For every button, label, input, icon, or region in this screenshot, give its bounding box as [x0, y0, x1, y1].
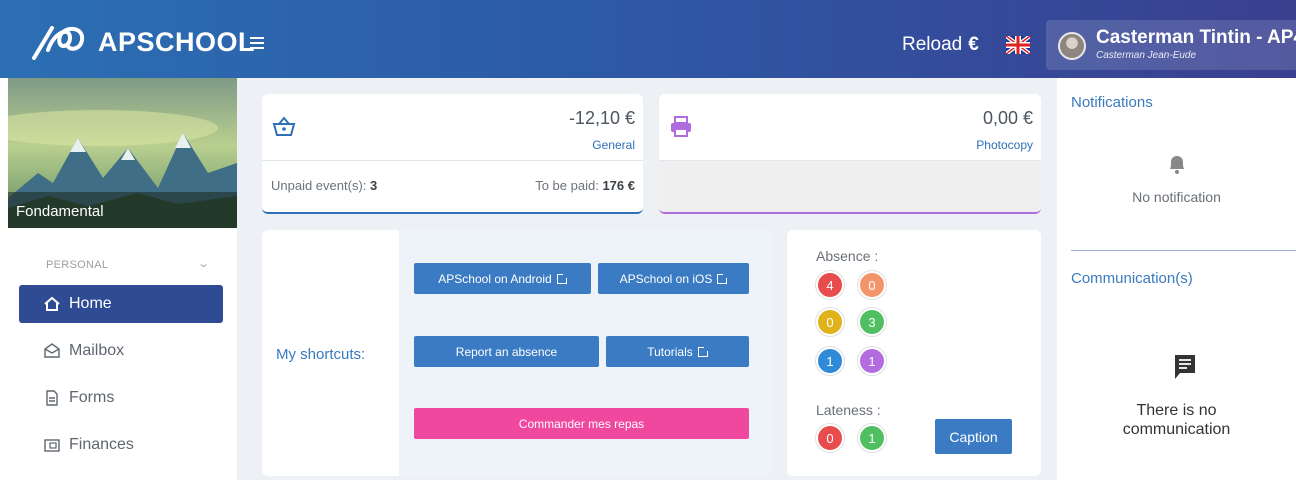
reload-label: Reload: [902, 34, 963, 55]
absence-badge-green[interactable]: 3: [858, 308, 886, 336]
sidebar-item-label: Home: [69, 295, 112, 312]
user-menu[interactable]: Casterman Tintin - AP4B Casterman Jean-E…: [1046, 20, 1296, 70]
brand-name: APSCHOOL: [98, 26, 256, 57]
caption-button[interactable]: Caption: [935, 419, 1012, 454]
to-be-paid: To be paid: 176 €: [535, 178, 635, 193]
external-link-icon: [697, 345, 709, 357]
home-icon: [44, 296, 60, 311]
sidebar-item-forms[interactable]: Forms: [19, 379, 223, 417]
sidebar-item-mailbox[interactable]: Mailbox: [19, 332, 223, 370]
to-be-paid-amount: 176 €: [602, 178, 635, 193]
envelope-icon: [44, 343, 60, 358]
notifications-panel: Notifications No notification Communicat…: [1057, 78, 1296, 480]
apschool-logo-icon: [32, 26, 85, 60]
communications-title: Communication(s): [1071, 270, 1193, 287]
general-balance-card[interactable]: -12,10 € General Unpaid event(s): 3 To b…: [262, 94, 643, 214]
sidebar-item-home[interactable]: Home: [19, 285, 223, 323]
sidebar: Fondamental PERSONAL ⌄ Home Mailbox Form…: [0, 78, 237, 480]
lateness-badge-green[interactable]: 1: [858, 424, 886, 452]
absence-badge-yellow[interactable]: 0: [816, 308, 844, 336]
app-logo[interactable]: APSCHOOL: [30, 24, 255, 60]
unpaid-count: 3: [370, 178, 378, 193]
photocopy-footer: [659, 161, 1041, 212]
external-link-icon: [717, 272, 729, 284]
sidebar-item-finances[interactable]: Finances: [19, 426, 223, 464]
bell-icon: [1170, 156, 1184, 174]
euro-icon: €: [968, 34, 979, 55]
absence-label: Absence :: [816, 248, 879, 264]
uk-flag-icon[interactable]: [1006, 36, 1030, 54]
chevron-down-icon[interactable]: ⌄: [197, 257, 210, 270]
avatar: [1058, 32, 1086, 60]
general-amount: -12,10 €: [568, 108, 635, 128]
absence-badge-purple[interactable]: 1: [858, 347, 886, 375]
menu-toggle-icon[interactable]: [250, 37, 264, 49]
notifications-title: Notifications: [1071, 94, 1153, 111]
android-app-button[interactable]: APSchool on Android: [414, 263, 591, 294]
message-icon: [1175, 355, 1195, 379]
user-subname: Casterman Jean-Eude: [1096, 50, 1197, 61]
sidebar-item-label: Mailbox: [69, 342, 125, 359]
printer-icon: [671, 116, 691, 137]
order-meals-button[interactable]: Commander mes repas: [414, 408, 749, 439]
attendance-card: Absence : 4 0 0 3 1 1 Lateness : 0 1 Cap…: [787, 230, 1041, 476]
section-label-personal: PERSONAL: [46, 259, 109, 271]
photocopy-amount: 0,00 €: [982, 108, 1033, 128]
external-link-icon: [556, 272, 568, 284]
shortcuts-card: My shortcuts: APSchool on Android APScho…: [262, 230, 772, 476]
absence-badge-orange[interactable]: 0: [858, 271, 886, 299]
shortcuts-panel: APSchool on Android APSchool on iOS Repo…: [399, 230, 772, 476]
ios-app-button[interactable]: APSchool on iOS: [598, 263, 749, 294]
absence-badge-red[interactable]: 4: [816, 271, 844, 299]
reload-button[interactable]: Reload €: [902, 34, 979, 56]
basket-icon: [272, 116, 296, 136]
absence-badge-blue[interactable]: 1: [816, 347, 844, 375]
banner-label: Fondamental: [8, 192, 237, 228]
unpaid-events: Unpaid event(s): 3: [271, 178, 378, 193]
general-label: General: [592, 138, 635, 152]
photocopy-balance-card[interactable]: 0,00 € Photocopy: [659, 94, 1041, 214]
divider: [1071, 250, 1296, 251]
photocopy-label: Photocopy: [976, 138, 1033, 152]
sidebar-item-label: Forms: [69, 389, 115, 406]
no-communication-text: There is no communication: [1122, 402, 1231, 438]
user-name: Casterman Tintin - AP4B: [1096, 27, 1296, 48]
lateness-badge-red[interactable]: 0: [816, 424, 844, 452]
report-absence-button[interactable]: Report an absence: [414, 336, 599, 367]
shortcuts-title: My shortcuts:: [276, 346, 366, 363]
document-icon: [46, 390, 58, 406]
tutorials-button[interactable]: Tutorials: [606, 336, 749, 367]
school-banner[interactable]: Fondamental: [8, 78, 237, 228]
divider: [262, 160, 643, 161]
sidebar-item-label: Finances: [69, 436, 134, 453]
top-header: APSCHOOL Reload € Casterman Tintin - AP4…: [0, 0, 1296, 78]
no-notification-text: No notification: [1132, 189, 1221, 205]
lateness-label: Lateness :: [816, 402, 881, 418]
wallet-icon: [44, 439, 60, 452]
